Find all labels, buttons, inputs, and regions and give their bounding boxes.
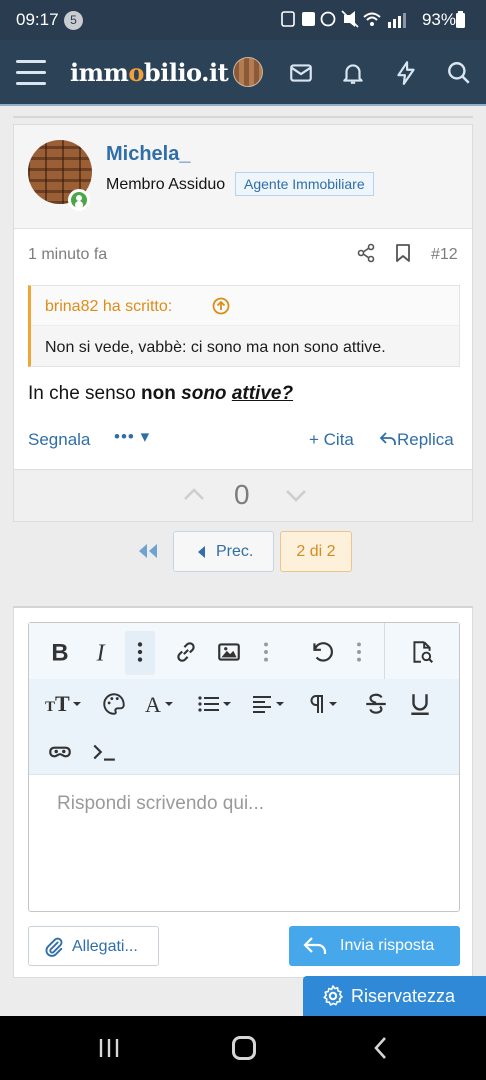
app-header: immobilio.it [0, 40, 486, 106]
logo-text-suffix: bilio.it [143, 58, 229, 87]
undo-icon[interactable] [307, 637, 337, 667]
author-badge: Agente Immobiliare [235, 172, 374, 196]
svg-text:T: T [45, 699, 55, 715]
quick-reply: B I T T A Rispondi scrivendo qui... Alle… [13, 608, 473, 978]
more-options-button[interactable]: ••• ▾ [114, 427, 150, 447]
post-message: In che senso non sono attive? [28, 383, 293, 405]
back-icon[interactable] [372, 1036, 390, 1060]
bold-icon[interactable]: B [45, 637, 75, 667]
account-avatar[interactable] [233, 57, 263, 87]
report-button[interactable]: Segnala [28, 430, 90, 450]
quote-block: brina82 ha scritto: Non si vede, vabbè: … [28, 285, 460, 367]
online-status-icon [68, 189, 90, 211]
status-icons [280, 9, 390, 33]
text-color-icon[interactable]: A [143, 689, 183, 719]
toolbar-divider [384, 623, 385, 679]
recent-apps-icon[interactable] [98, 1038, 120, 1058]
post-card: Michela_ Membro Assiduo Agente Immobilia… [13, 124, 473, 470]
preview-icon[interactable] [407, 637, 437, 667]
status-system-icons [281, 10, 381, 28]
svg-text:B: B [51, 640, 68, 665]
editor-toolbar: B I T T A [29, 623, 459, 775]
home-icon[interactable] [232, 1036, 256, 1060]
battery-percent: 93% [421, 10, 456, 29]
attach-files-button[interactable]: Allegati... [28, 926, 159, 966]
font-size-icon[interactable]: TT [43, 689, 87, 719]
quote-author[interactable]: brina82 ha scritto: [45, 298, 172, 316]
privacy-button[interactable]: Riservatezza [303, 976, 486, 1016]
post-number[interactable]: #12 [431, 246, 458, 264]
quote-text: Non si vede, vabbè: ci sono ma non sono … [45, 339, 386, 356]
reply-button[interactable]: Replica [379, 430, 454, 450]
logo-accent: o [128, 58, 144, 87]
vote-bar: 0 [13, 470, 473, 522]
current-page-indicator[interactable]: 2 di 2 [280, 531, 352, 572]
svg-text:T: T [55, 691, 70, 716]
reply-icon [303, 937, 327, 954]
reply-editor: B I T T A Rispondi scrivendo qui... [28, 622, 460, 912]
list-icon[interactable] [195, 689, 235, 719]
message-bold-italic: sono [181, 383, 227, 404]
more-history-options-icon[interactable] [344, 637, 374, 667]
svg-text:I: I [96, 641, 106, 665]
paragraph-icon[interactable] [305, 689, 345, 719]
privacy-label: Riservatezza [351, 986, 456, 1006]
reply-input[interactable]: Rispondi scrivendo qui... [57, 793, 264, 815]
logo-text-prefix: imm [70, 58, 129, 87]
post-meta: 1 minuto fa #12 [14, 229, 472, 279]
vote-score: 0 [234, 479, 250, 510]
divider [13, 116, 473, 118]
prev-page-button[interactable]: Prec. [173, 531, 274, 572]
palette-icon[interactable] [99, 689, 129, 719]
message-bold-italic-underline: attive? [231, 383, 294, 404]
send-reply-label: Invia risposta [340, 937, 435, 954]
mail-icon[interactable] [288, 60, 314, 86]
message-bold: non [141, 383, 176, 404]
notification-count-badge: 5 [64, 11, 83, 30]
system-nav-bar [0, 1016, 486, 1080]
lightning-icon[interactable] [393, 60, 419, 86]
chevron-left-icon [198, 546, 205, 558]
status-time: 09:17 [16, 10, 59, 29]
attach-files-label: Allegati... [72, 938, 138, 955]
pagination: Prec. 2 di 2 [0, 531, 486, 573]
image-icon[interactable] [214, 637, 244, 667]
post-author-box: Michela_ Membro Assiduo Agente Immobilia… [14, 125, 472, 229]
svg-text:A: A [145, 692, 161, 717]
strikethrough-icon[interactable] [361, 689, 391, 719]
bookmark-icon[interactable] [394, 243, 412, 263]
go-to-quote-icon[interactable] [212, 297, 230, 315]
post-time[interactable]: 1 minuto fa [28, 246, 107, 264]
reply-label: Replica [397, 430, 454, 449]
send-reply-button[interactable]: Invia risposta [289, 926, 460, 966]
paperclip-icon [45, 937, 63, 957]
gear-icon [323, 985, 343, 1006]
downvote-icon[interactable] [284, 483, 308, 507]
cite-button[interactable]: + Cita [309, 430, 354, 450]
reply-icon [379, 432, 396, 445]
site-logo[interactable]: immobilio.it [70, 58, 229, 87]
more-text-options-icon[interactable] [125, 637, 155, 667]
upvote-icon[interactable] [182, 483, 206, 507]
search-icon[interactable] [446, 60, 472, 86]
underline-icon[interactable] [405, 689, 435, 719]
bell-icon[interactable] [340, 60, 366, 86]
message-text: In che senso [28, 383, 142, 404]
prev-page-label: Prec. [216, 543, 254, 560]
first-page-icon[interactable] [137, 541, 159, 561]
spoiler-icon[interactable] [45, 737, 75, 767]
menu-icon[interactable] [16, 60, 46, 86]
status-bar: 09:17 5 93% [0, 0, 486, 40]
share-icon[interactable] [356, 243, 376, 263]
post-actions: Segnala ••• ▾ + Cita Replica [14, 425, 472, 455]
link-icon[interactable] [171, 637, 201, 667]
align-icon[interactable] [249, 689, 289, 719]
author-username[interactable]: Michela_ [106, 143, 190, 166]
author-title: Membro Assiduo [106, 176, 226, 193]
quote-header: brina82 ha scritto: [31, 286, 459, 326]
italic-icon[interactable]: I [87, 637, 117, 667]
more-insert-options-icon[interactable] [251, 637, 281, 667]
code-icon[interactable] [89, 737, 119, 767]
